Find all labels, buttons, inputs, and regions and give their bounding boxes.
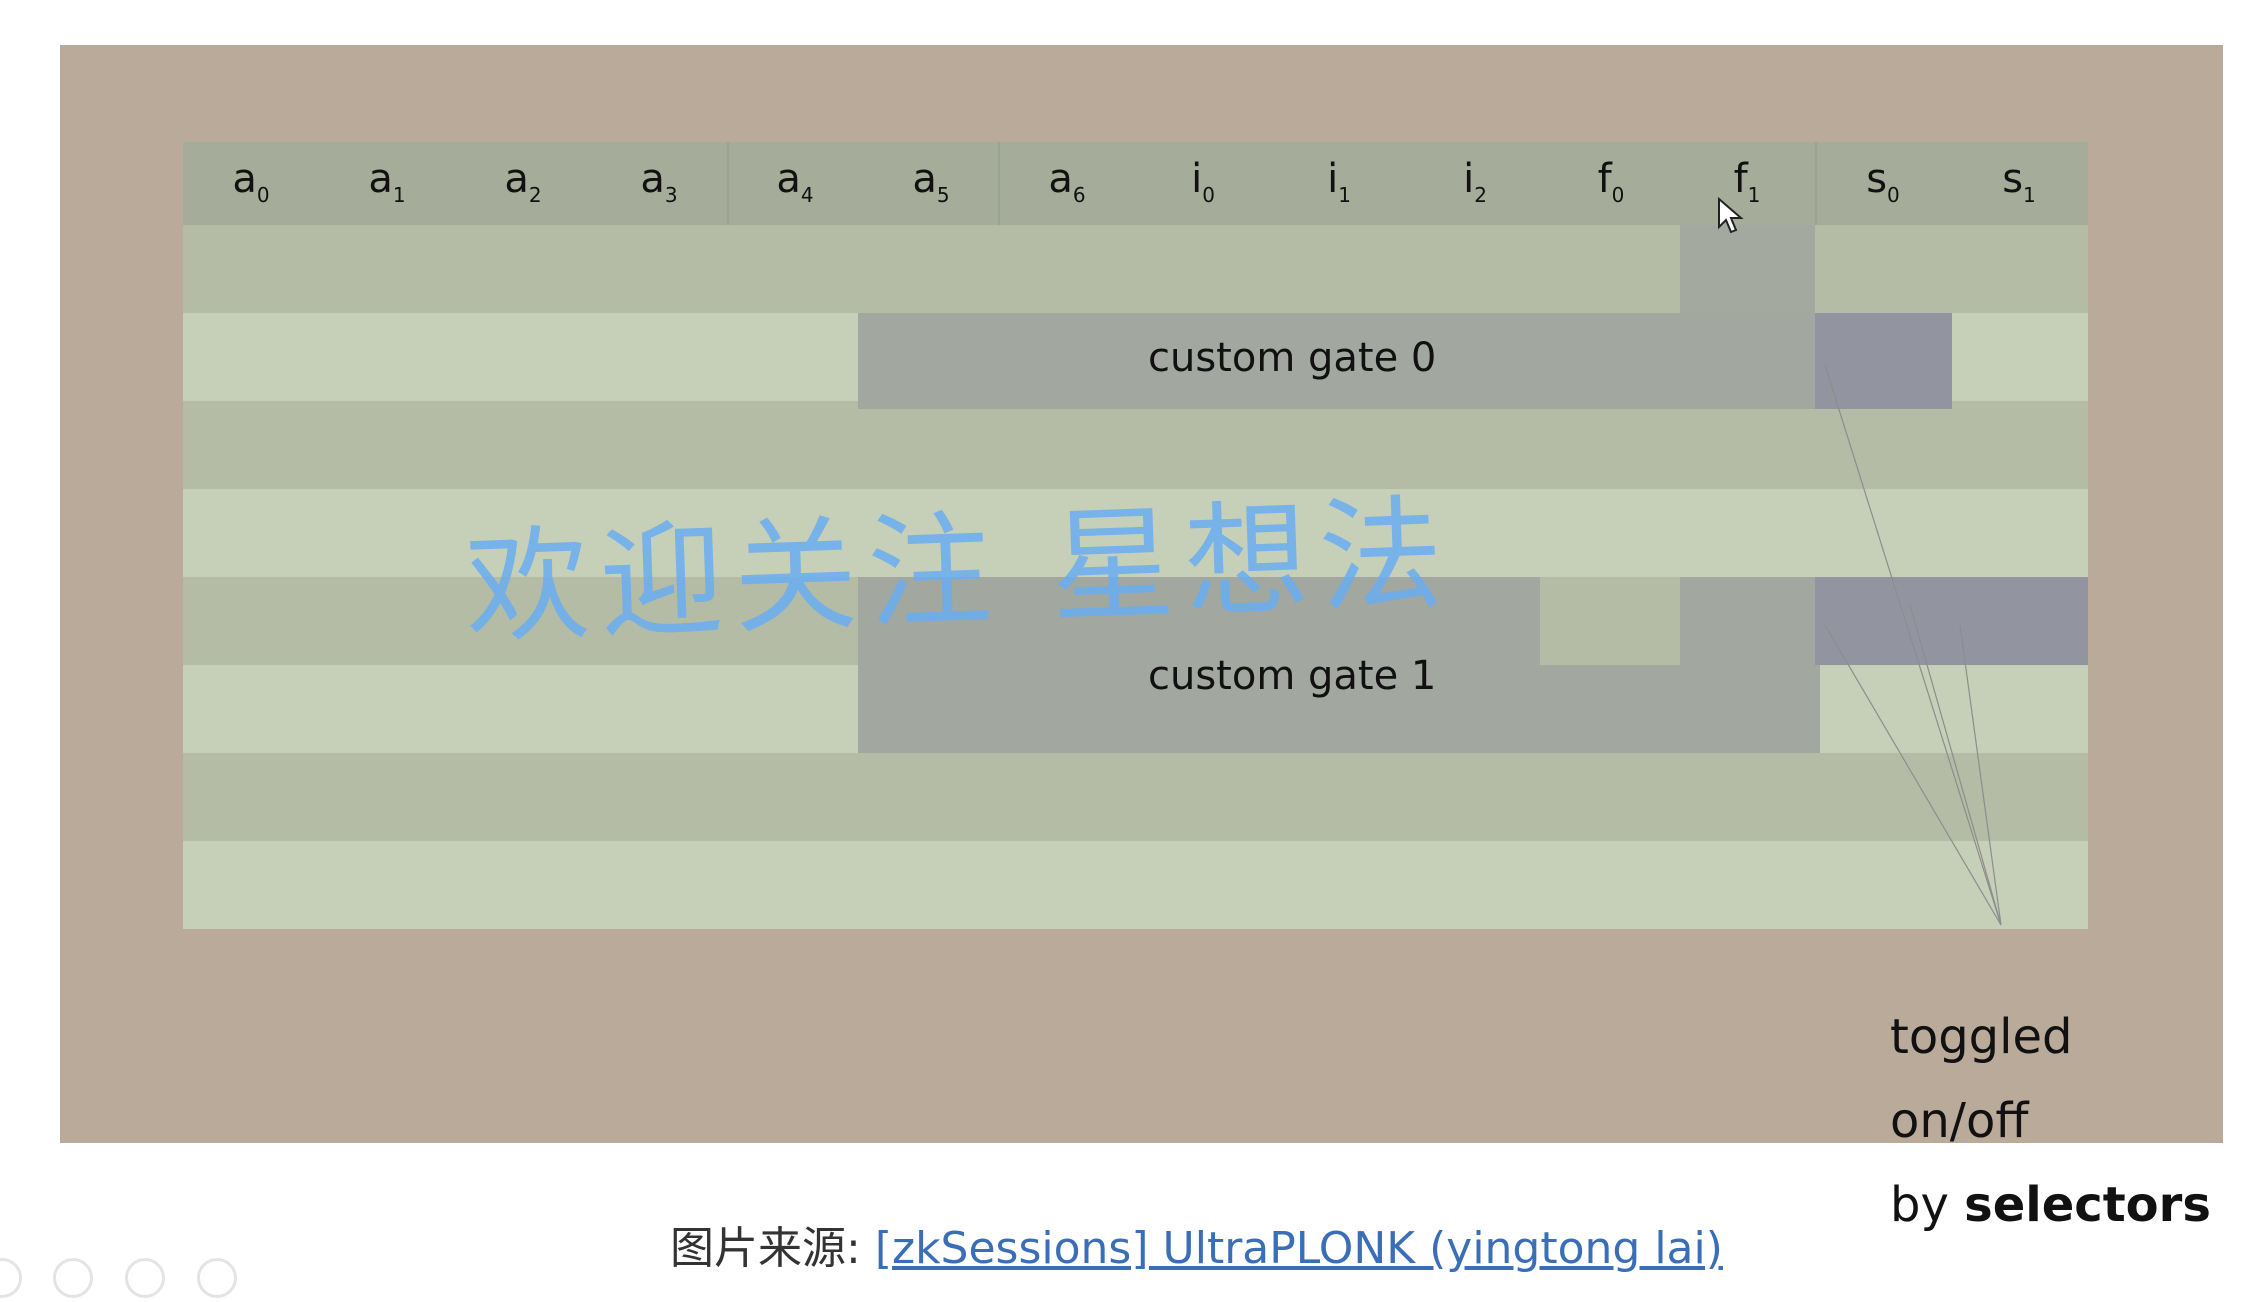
- source-link[interactable]: [zkSessions] UltraPLONK (yingtong lai): [875, 1223, 1723, 1274]
- mouse-cursor-icon: [1718, 197, 1744, 234]
- note-bold: selectors: [1964, 1177, 2211, 1233]
- copy-icon[interactable]: [53, 1258, 93, 1298]
- note-line-2: by selectors: [1890, 1163, 2223, 1247]
- note-prefix: by: [1890, 1177, 1965, 1233]
- watermark: 欢迎关注 星想法: [463, 482, 1456, 662]
- image-source-caption: 图片来源: [zkSessions] UltraPLONK (yingtong …: [670, 1212, 1723, 1276]
- selector-note: toggled on/off by selectors: [1890, 995, 2223, 1247]
- zoom-icon[interactable]: [125, 1258, 165, 1298]
- minus-icon[interactable]: [197, 1258, 237, 1298]
- caption-prefix: 图片来源:: [670, 1223, 875, 1274]
- note-line-1: toggled on/off: [1890, 1009, 2073, 1149]
- edit-icon[interactable]: [0, 1258, 22, 1298]
